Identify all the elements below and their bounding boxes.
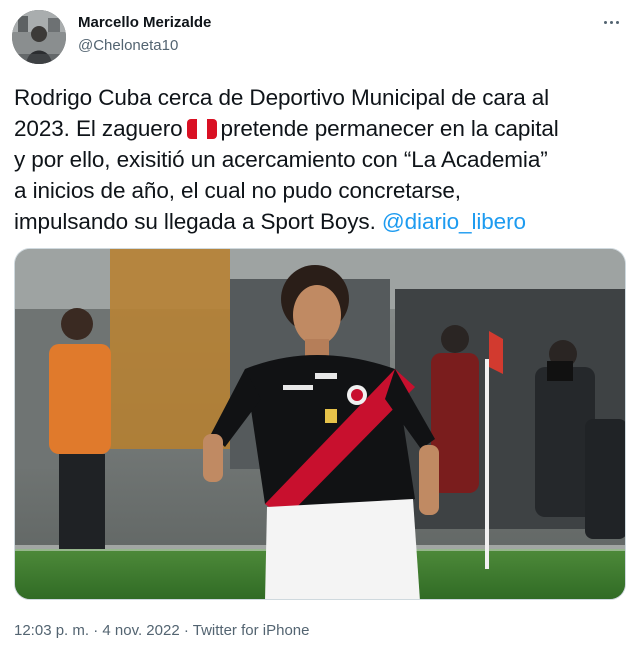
tweet-text-line: impulsando su llegada a Sport Boys. @dia… xyxy=(14,206,634,237)
tweet-text: Rodrigo Cuba cerca de Deportivo Municipa… xyxy=(14,82,634,237)
separator-dot: · xyxy=(89,622,103,639)
tweet-time[interactable]: 12:03 p. m. xyxy=(14,622,89,639)
tweet-photo[interactable] xyxy=(14,248,626,600)
football-player-photo-icon xyxy=(15,249,625,599)
avatar[interactable] xyxy=(12,10,66,64)
more-options-icon[interactable] xyxy=(598,12,624,32)
mention-link[interactable]: @diario_libero xyxy=(382,209,526,234)
tweet-date[interactable]: 4 nov. 2022 xyxy=(102,622,179,639)
user-avatar-photo-icon xyxy=(12,10,66,64)
username-handle[interactable]: @Cheloneta10 xyxy=(78,36,211,56)
author-names: Marcello Merizalde @Cheloneta10 xyxy=(78,14,211,56)
tweet-metadata: 12:03 p. m. · 4 nov. 2022 · Twitter for … xyxy=(14,622,309,639)
tweet-text-line: a inicios de año, el cual no pudo concre… xyxy=(14,178,461,203)
tweet-text-line: Rodrigo Cuba cerca de Deportivo Municipa… xyxy=(14,85,550,110)
tweet-text-segment: impulsando su llegada a Sport Boys. xyxy=(14,209,376,234)
tweet-source[interactable]: Twitter for iPhone xyxy=(193,622,310,639)
tweet-text-segment: pretende permanecer en la capital xyxy=(220,116,559,141)
tweet-text-line: y por ello, exisitió un acercamiento con… xyxy=(14,147,548,172)
peru-flag-icon xyxy=(186,119,217,139)
tweet-text-line: 2023. El zaguero pretende permanecer en l… xyxy=(14,113,634,144)
tweet-header: Marcello Merizalde @Cheloneta10 xyxy=(12,10,628,64)
tweet-card: Marcello Merizalde @Cheloneta10 Rodrigo … xyxy=(0,0,640,650)
display-name[interactable]: Marcello Merizalde xyxy=(78,14,211,32)
separator-dot: · xyxy=(179,622,193,639)
tweet-text-segment: 2023. El zaguero xyxy=(14,116,183,141)
